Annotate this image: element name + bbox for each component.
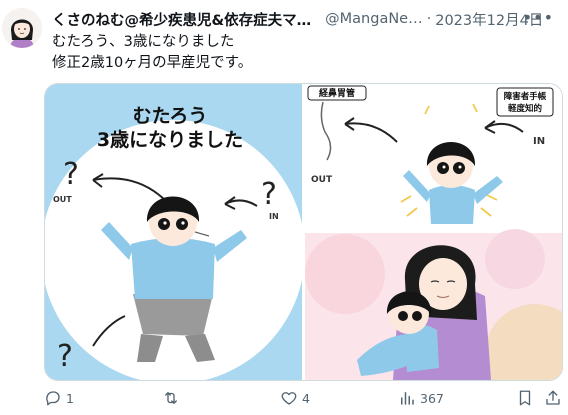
bookmark-icon — [519, 390, 531, 406]
tweet-text-line-1: むたろう、3歳になりました — [52, 34, 235, 50]
display-name[interactable]: くさのねむ@希少疾患児&依存症夫マ… — [52, 9, 311, 30]
share-button[interactable] — [544, 386, 562, 410]
like-button[interactable]: 4 — [280, 386, 310, 410]
tag-disability-card: 障害者手帳 — [504, 91, 547, 102]
tweet-text: むたろう、3歳になりました 修正2歳10ヶ月の早産児です。 — [52, 32, 552, 74]
like-icon — [281, 392, 297, 405]
retweet-button[interactable] — [162, 386, 184, 410]
views-icon — [401, 392, 414, 405]
tag-nasogastric-tube: 経鼻胃管 — [319, 87, 355, 99]
image-title-line-1: むたろう — [133, 105, 208, 127]
question-mark-3: ? — [57, 339, 73, 374]
like-count: 4 — [302, 390, 310, 406]
media-grid: むたろう 3歳になりました ? ? ? OUT IN 経鼻胃管 OUT 障害者手… — [44, 83, 563, 381]
in-label-left: IN — [269, 212, 279, 221]
view-count: 367 — [420, 390, 444, 406]
user-handle[interactable]: @MangaNe… — [325, 11, 422, 27]
image-title-line-2: 3歳になりました — [97, 129, 243, 151]
media-image-1[interactable]: むたろう 3歳になりました ? ? ? OUT IN — [45, 84, 305, 380]
question-mark-2: ? — [261, 177, 277, 212]
avatar[interactable] — [2, 8, 42, 48]
reply-button[interactable]: 1 — [44, 386, 74, 410]
reply-count: 1 — [66, 390, 74, 406]
action-bar: 1 4 367 — [44, 386, 564, 410]
in-label-right: IN — [533, 136, 545, 147]
retweet-icon — [165, 392, 177, 404]
out-label-left: OUT — [53, 195, 72, 204]
views-button[interactable]: 367 — [398, 386, 444, 410]
avatar-illustration — [2, 8, 42, 48]
out-label-right: OUT — [311, 175, 333, 185]
tag-mild-intellectual: 軽度知的 — [508, 103, 543, 114]
media-image-3[interactable] — [305, 229, 562, 380]
reply-icon — [46, 391, 60, 406]
more-icon[interactable]: ••• — [523, 8, 554, 27]
bookmark-button[interactable] — [516, 386, 534, 410]
separator-dot: · — [426, 11, 432, 27]
tweet-text-line-2: 修正2歳10ヶ月の早産児です。 — [52, 55, 253, 71]
tweet-header: くさのねむ@希少疾患児&依存症夫マ… @MangaNe… · 2023年12月4… — [52, 8, 558, 30]
media-image-2[interactable]: 経鼻胃管 OUT 障害者手帳 軽度知的 IN — [305, 84, 562, 230]
share-icon — [546, 390, 560, 405]
question-mark-1: ? — [63, 157, 79, 192]
